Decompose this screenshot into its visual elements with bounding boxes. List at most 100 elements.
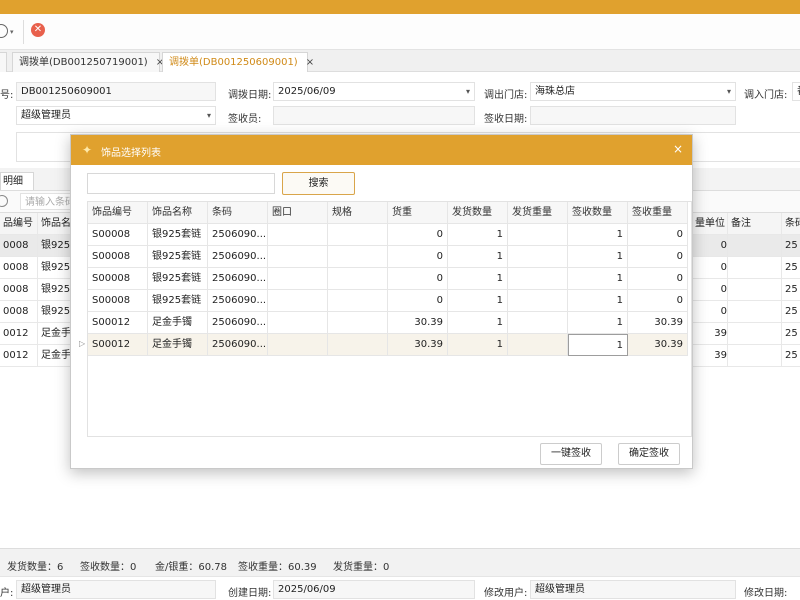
grid-cell[interactable]: 0008 [0, 279, 38, 301]
grid-cell[interactable]: 0 [692, 301, 728, 323]
grid-cell[interactable]: 2506090... [208, 312, 268, 334]
grid-cell[interactable]: 25 [782, 323, 800, 345]
grid-cell[interactable]: 足金手镯 [148, 334, 208, 356]
grid-cell[interactable]: 25 [782, 345, 800, 367]
grid-cell[interactable] [728, 235, 782, 257]
column-header[interactable]: 品编号 [0, 213, 38, 235]
grid-cell[interactable]: 0 [388, 224, 448, 246]
column-header[interactable]: 圈口 [268, 202, 328, 224]
column-header[interactable]: 签收重量 [628, 202, 688, 224]
grid-cell[interactable]: 0008 [0, 257, 38, 279]
grid-cell[interactable]: 0 [388, 246, 448, 268]
grid-cell[interactable]: 25 [782, 279, 800, 301]
grid-cell[interactable] [268, 312, 328, 334]
grid-cell[interactable] [328, 334, 388, 356]
grid-cell[interactable] [328, 246, 388, 268]
grid-cell[interactable]: 银925套链 [148, 224, 208, 246]
column-header[interactable]: 签收数量 [568, 202, 628, 224]
chevron-down-icon[interactable]: ▾ [727, 83, 731, 100]
grid-cell[interactable]: 1 [448, 246, 508, 268]
in-store-select[interactable]: 番 [792, 82, 800, 101]
order-no-field[interactable]: DB001250609001 [16, 82, 216, 101]
receive-date-field[interactable] [530, 106, 736, 125]
grid-cell[interactable]: 25 [782, 257, 800, 279]
grid-cell[interactable]: S00008 [88, 224, 148, 246]
grid-cell[interactable]: 25 [782, 301, 800, 323]
grid-cell[interactable]: 0 [628, 224, 688, 246]
grid-cell[interactable]: 0 [692, 257, 728, 279]
search-button[interactable]: 搜索 [282, 172, 355, 195]
grid-cell[interactable] [328, 290, 388, 312]
grid-cell[interactable] [268, 246, 328, 268]
receiver-field[interactable] [273, 106, 475, 125]
out-store-select[interactable]: 海珠总店 ▾ [530, 82, 736, 101]
dialog-title-bar[interactable]: ✦ 饰品选择列表 × [71, 135, 692, 165]
grid-cell[interactable]: S00008 [88, 268, 148, 290]
grid-cell[interactable] [268, 334, 328, 356]
grid-cell[interactable]: 39 [692, 323, 728, 345]
column-header[interactable]: 发货数量 [448, 202, 508, 224]
column-header[interactable]: 备注 [728, 213, 782, 235]
grid-cell[interactable]: 0 [388, 268, 448, 290]
grid-cell[interactable]: S00012 [88, 334, 148, 356]
grid-cell[interactable]: 0 [692, 279, 728, 301]
close-icon[interactable]: × [306, 57, 314, 68]
column-header[interactable]: 规格 [328, 202, 388, 224]
grid-cell[interactable]: 1 [568, 268, 628, 290]
grid-cell[interactable]: 2506090... [208, 246, 268, 268]
grid-cell[interactable]: S00008 [88, 290, 148, 312]
column-header[interactable]: 饰品名称 [148, 202, 208, 224]
grid-cell[interactable] [728, 257, 782, 279]
grid-cell[interactable]: 2506090... [208, 224, 268, 246]
transfer-date-picker[interactable]: 2025/06/09 ▾ [273, 82, 475, 101]
grid-cell[interactable]: 银925套链 [148, 268, 208, 290]
close-icon[interactable]: × [673, 142, 683, 156]
grid-cell[interactable]: 1 [448, 312, 508, 334]
grid-cell[interactable] [268, 290, 328, 312]
minus-circle-icon[interactable] [0, 195, 8, 207]
grid-cell[interactable] [508, 334, 568, 356]
grid-cell[interactable]: 1 [568, 334, 628, 356]
search-input[interactable] [87, 173, 275, 194]
grid-cell[interactable] [728, 279, 782, 301]
grid-cell[interactable]: 0 [628, 290, 688, 312]
grid-cell[interactable]: 1 [568, 312, 628, 334]
close-circle-icon[interactable]: ✕ [31, 23, 45, 37]
column-header[interactable]: 饰品编号 [88, 202, 148, 224]
grid-cell[interactable]: 1 [448, 268, 508, 290]
column-header[interactable]: 货重 [388, 202, 448, 224]
grid-cell[interactable]: 0008 [0, 235, 38, 257]
chevron-down-icon[interactable]: ▾ [466, 83, 470, 100]
grid-cell[interactable]: 银925套链 [148, 246, 208, 268]
grid-cell[interactable]: 2506090... [208, 290, 268, 312]
grid-cell[interactable]: 足金手镯 [148, 312, 208, 334]
grid-cell[interactable]: 1 [568, 246, 628, 268]
grid-cell[interactable]: S00008 [88, 246, 148, 268]
grid-cell[interactable]: 30.39 [628, 334, 688, 356]
grid-cell[interactable] [328, 312, 388, 334]
grid-cell[interactable]: 30.39 [388, 334, 448, 356]
grid-cell[interactable]: 0012 [0, 345, 38, 367]
user-select[interactable]: 超级管理员 ▾ [16, 106, 216, 125]
column-header[interactable]: 条码 [208, 202, 268, 224]
grid-cell[interactable]: 0 [628, 268, 688, 290]
grid-cell[interactable]: 0008 [0, 301, 38, 323]
grid-cell[interactable]: 39 [692, 345, 728, 367]
grid-cell[interactable]: 30.39 [388, 312, 448, 334]
grid-cell[interactable]: 1 [448, 290, 508, 312]
grid-cell[interactable]: 0 [628, 246, 688, 268]
grid-cell[interactable] [328, 224, 388, 246]
grid-cell[interactable]: 银925套链 [148, 290, 208, 312]
grid-cell[interactable] [508, 312, 568, 334]
grid-cell[interactable]: 2506090... [208, 268, 268, 290]
grid-cell[interactable]: S00012 [88, 312, 148, 334]
grid-cell[interactable] [728, 301, 782, 323]
grid-cell[interactable] [728, 323, 782, 345]
grid-cell[interactable]: 0012 [0, 323, 38, 345]
grid-cell[interactable] [508, 290, 568, 312]
grid-cell[interactable]: 1 [568, 224, 628, 246]
grid-cell[interactable] [728, 345, 782, 367]
grid-cell[interactable]: 1 [448, 334, 508, 356]
detail-tab[interactable]: 明细 [0, 172, 34, 190]
grid-cell[interactable] [508, 246, 568, 268]
